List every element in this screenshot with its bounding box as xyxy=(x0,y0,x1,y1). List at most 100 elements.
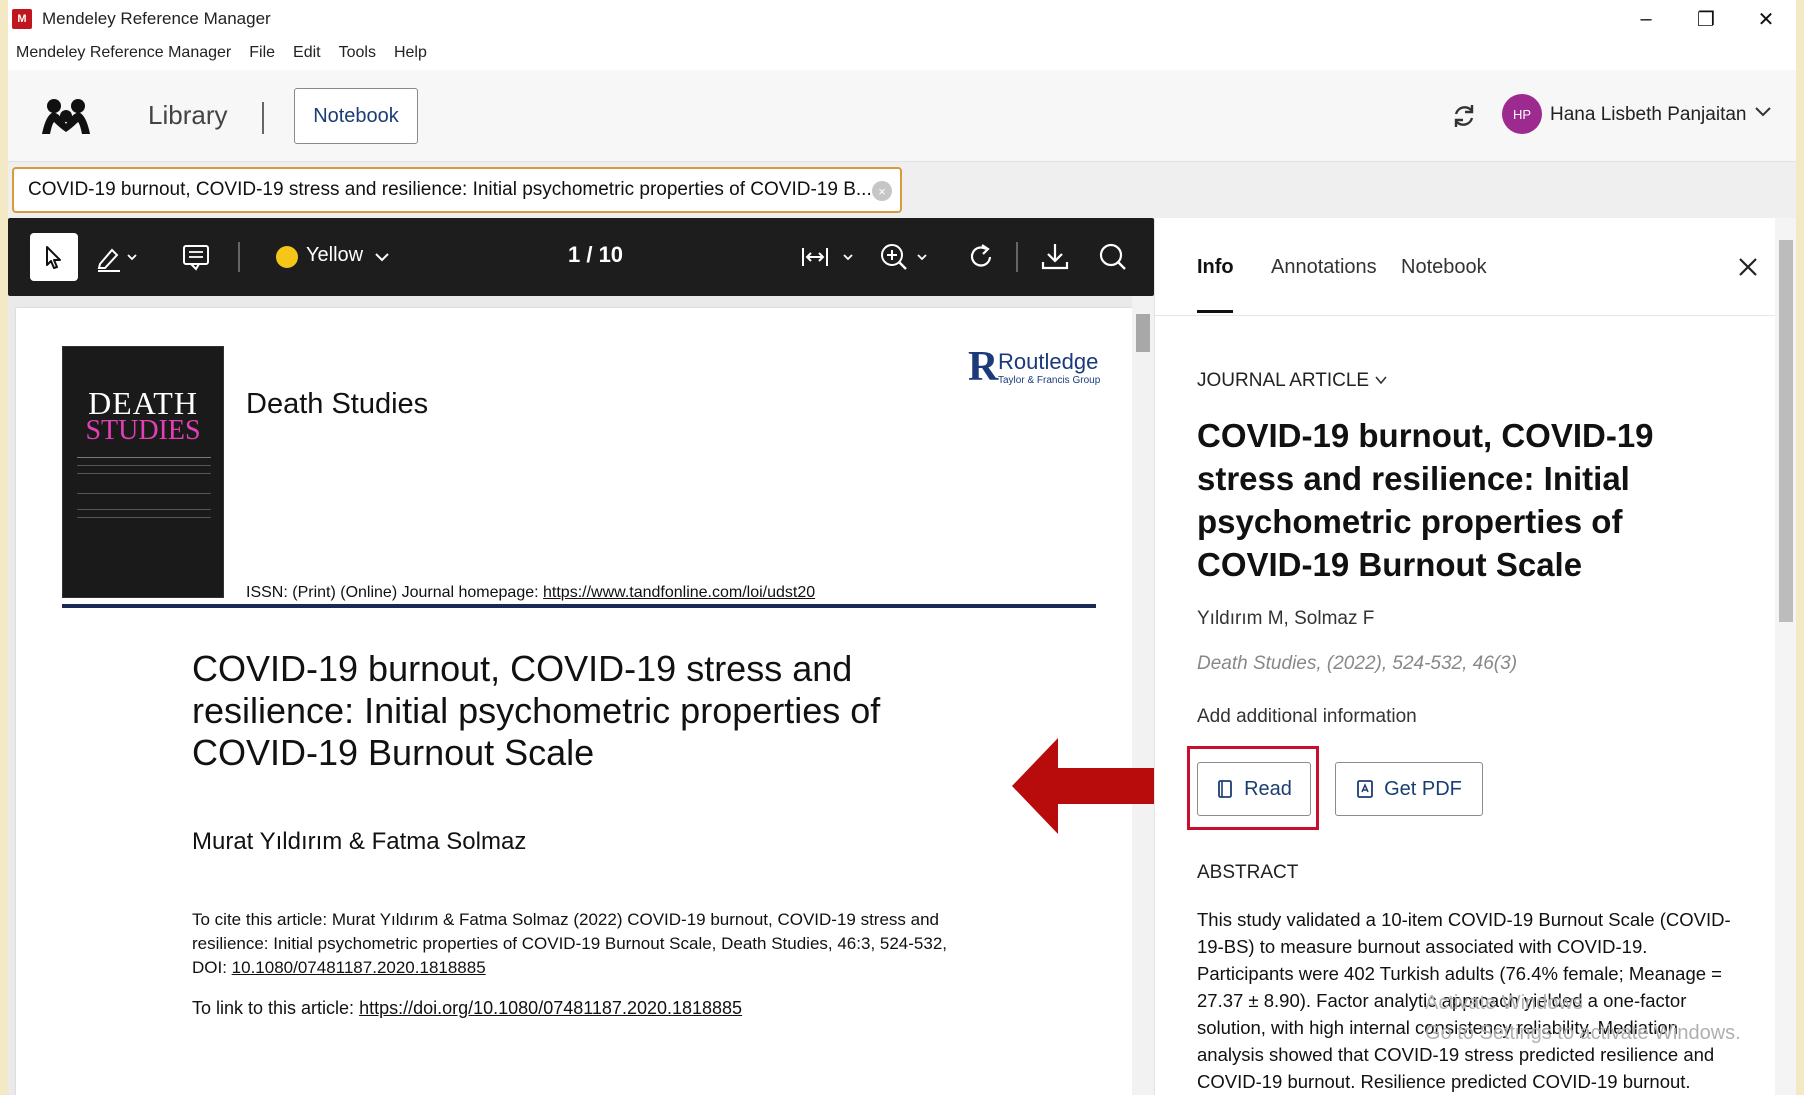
pdf-toolbar: Yellow 1 / 10 xyxy=(8,218,1154,296)
document-type-label: JOURNAL ARTICLE xyxy=(1197,370,1370,391)
reference-authors[interactable]: Yıldırım M, Solmaz F xyxy=(1197,608,1374,630)
issn-text: ISSN: (Print) (Online) Journal homepage: xyxy=(246,584,544,601)
menu-tools[interactable]: Tools xyxy=(339,44,376,62)
read-button[interactable]: Read xyxy=(1197,762,1311,816)
tab-annotations[interactable]: Annotations xyxy=(1271,256,1377,279)
journal-homepage-link[interactable]: https://www.tandfonline.com/loi/udst20 xyxy=(543,584,815,601)
add-information-link[interactable]: Add additional information xyxy=(1197,706,1417,728)
download-icon xyxy=(1041,244,1069,270)
page-indicator: 1 / 10 xyxy=(568,242,624,267)
reference-source[interactable]: Death Studies, (2022), 524-532, 46(3) xyxy=(1197,653,1517,675)
watermark-line2: Go to Settings to activate Windows. xyxy=(1425,1022,1741,1044)
download-button[interactable] xyxy=(1038,240,1072,274)
pdf-scrollbar[interactable] xyxy=(1132,296,1154,1095)
article-link-line: To link to this article: https://doi.org… xyxy=(192,998,742,1019)
mendeley-app-icon: M xyxy=(12,9,32,29)
book-icon xyxy=(1218,780,1232,798)
read-button-label: Read xyxy=(1244,777,1292,800)
document-tab-bar: COVID-19 burnout, COVID-19 stress and re… xyxy=(8,162,1796,218)
zoom-button[interactable] xyxy=(878,240,938,274)
pdf-viewer[interactable]: DEATH STUDIES Death Studies R Routledge … xyxy=(8,296,1154,1095)
highlight-color-dropdown[interactable]: Yellow xyxy=(306,244,363,267)
menu-bar: Mendeley Reference Manager File Edit Too… xyxy=(8,38,445,68)
article-title: COVID-19 burnout, COVID-19 stress and re… xyxy=(192,648,881,773)
chevron-down-icon xyxy=(1375,376,1388,385)
highlight-tool-button[interactable] xyxy=(94,240,138,274)
info-panel-scroll-thumb[interactable] xyxy=(1779,240,1793,622)
journal-name: Death Studies xyxy=(246,388,429,420)
citation-text: To cite this article: Murat Yıldırım & F… xyxy=(192,908,972,980)
window-title: Mendeley Reference Manager xyxy=(42,9,271,28)
highlighter-icon xyxy=(97,248,137,272)
journal-cover-image: DEATH STUDIES xyxy=(62,346,224,598)
menu-file[interactable]: File xyxy=(249,44,275,62)
pdf-scroll-thumb[interactable] xyxy=(1136,314,1150,352)
publisher-logo: R Routledge Taylor & Francis Group xyxy=(968,346,1100,388)
user-name[interactable]: Hana Lisbeth Panjaitan xyxy=(1550,104,1746,126)
library-nav[interactable]: Library xyxy=(148,100,227,131)
fit-width-icon xyxy=(802,248,853,266)
issn-line: ISSN: (Print) (Online) Journal homepage:… xyxy=(246,584,815,602)
tab-notebook[interactable]: Notebook xyxy=(1401,256,1487,279)
close-icon[interactable] xyxy=(1735,254,1761,280)
document-tab-title: COVID-19 burnout, COVID-19 stress and re… xyxy=(28,179,872,200)
window-controls: – ❐ ✕ xyxy=(1616,0,1796,38)
notebook-button[interactable]: Notebook xyxy=(294,88,418,144)
select-tool-button[interactable] xyxy=(30,233,78,281)
article-link-label: To link to this article: xyxy=(192,998,360,1018)
search-icon xyxy=(1099,243,1126,270)
watermark-line1: Activate Windows xyxy=(1425,992,1583,1014)
title-bar: M Mendeley Reference Manager – ❐ ✕ xyxy=(8,0,1796,38)
sync-icon[interactable] xyxy=(1448,100,1480,132)
mendeley-logo-icon[interactable] xyxy=(38,94,94,138)
citation-doi-link[interactable]: 10.1080/07481187.2020.1818885 xyxy=(232,958,486,977)
comment-icon xyxy=(183,245,209,271)
search-button[interactable] xyxy=(1096,240,1130,274)
activate-windows-watermark: Activate Windows Go to Settings to activ… xyxy=(1425,988,1741,1048)
toolbar-divider xyxy=(1016,242,1018,272)
restore-button[interactable]: ❐ xyxy=(1676,0,1736,38)
reference-title[interactable]: COVID-19 burnout, COVID-19 stress and re… xyxy=(1197,414,1737,586)
get-pdf-button[interactable]: Get PDF xyxy=(1335,762,1483,816)
cursor-icon xyxy=(46,246,61,269)
publisher-subtitle: Taylor & Francis Group xyxy=(998,374,1101,386)
routledge-r-icon: R xyxy=(968,344,999,390)
menu-help[interactable]: Help xyxy=(394,44,427,62)
rotate-button[interactable] xyxy=(964,240,998,274)
rotate-icon xyxy=(970,244,992,267)
app-window: M Mendeley Reference Manager – ❐ ✕ Mende… xyxy=(8,0,1796,1095)
close-tab-icon[interactable]: × xyxy=(872,181,892,201)
info-panel-scrollbar[interactable] xyxy=(1775,218,1796,1095)
publisher-name: Routledge xyxy=(998,348,1099,374)
header-divider xyxy=(262,102,264,134)
chevron-down-icon[interactable] xyxy=(1752,100,1774,122)
header-rule xyxy=(62,604,1096,608)
get-pdf-button-label: Get PDF xyxy=(1384,777,1462,800)
comment-tool-button[interactable] xyxy=(180,242,212,272)
pdf-page[interactable]: DEATH STUDIES Death Studies R Routledge … xyxy=(16,308,1134,1095)
info-panel-tabs: Info Annotations Notebook xyxy=(1155,218,1796,316)
article-authors: Murat Yıldırım & Fatma Solmaz xyxy=(192,828,527,855)
chevron-down-icon[interactable] xyxy=(374,250,390,264)
abstract-heading: ABSTRACT xyxy=(1197,862,1299,883)
zoom-in-icon xyxy=(881,244,927,270)
cover-text-lines xyxy=(77,457,211,458)
info-panel: Info Annotations Notebook JOURNAL ARTICL… xyxy=(1154,218,1796,1095)
document-type-dropdown[interactable]: JOURNAL ARTICLE xyxy=(1197,370,1388,392)
active-tab-indicator xyxy=(1197,310,1233,313)
menu-edit[interactable]: Edit xyxy=(293,44,321,62)
minimize-button[interactable]: – xyxy=(1616,0,1676,38)
app-header: Library Notebook HP Hana Lisbeth Panjait… xyxy=(8,70,1796,162)
tab-info[interactable]: Info xyxy=(1197,256,1234,279)
arrow-left-icon xyxy=(1012,738,1170,834)
cover-title-line2: STUDIES xyxy=(85,415,201,446)
toolbar-divider xyxy=(238,242,240,272)
document-tab[interactable]: COVID-19 burnout, COVID-19 stress and re… xyxy=(12,167,902,213)
pdf-file-icon xyxy=(1357,780,1373,798)
close-window-button[interactable]: ✕ xyxy=(1736,0,1796,38)
highlight-color-swatch[interactable] xyxy=(276,246,298,268)
user-avatar[interactable]: HP xyxy=(1502,94,1542,134)
fit-width-button[interactable] xyxy=(800,240,860,274)
article-doi-url[interactable]: https://doi.org/10.1080/07481187.2020.18… xyxy=(359,998,742,1018)
menu-app[interactable]: Mendeley Reference Manager xyxy=(16,44,231,62)
